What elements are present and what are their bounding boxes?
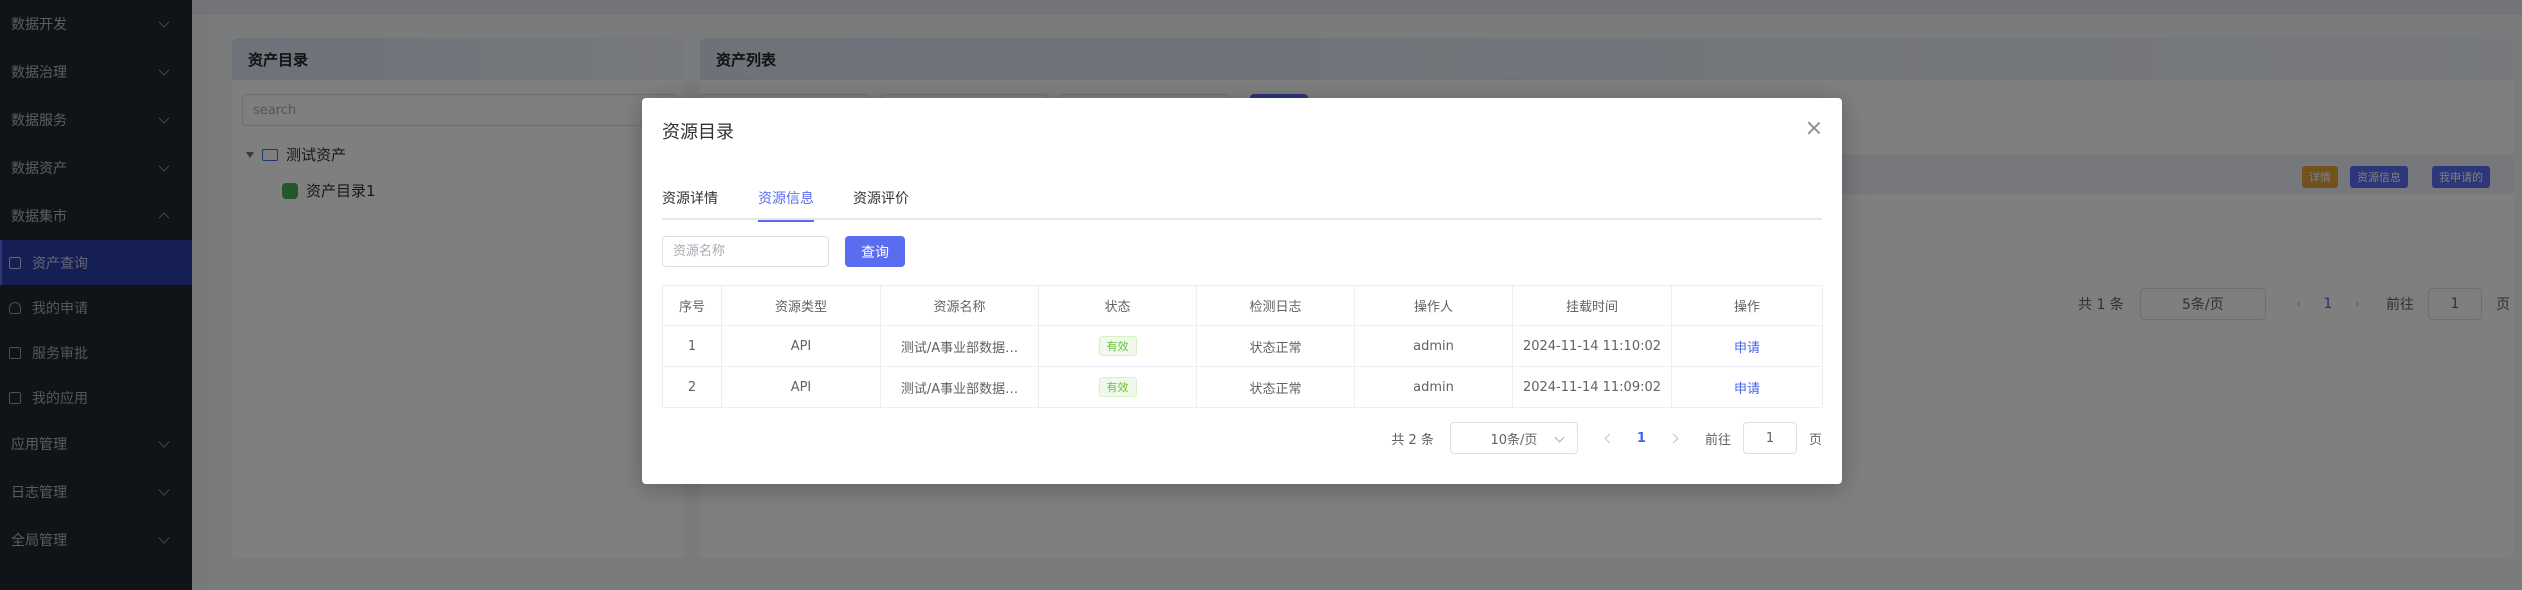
resource-table: 序号 资源类型 资源名称 状态 检测日志 操作人 挂载时间 操作 1 API 测… [662, 285, 1823, 408]
column-header: 序号 [662, 285, 722, 326]
page-size-value: 10条/页 [1490, 432, 1538, 448]
cell-mount-time: 2024-11-14 11:09:02 [1512, 366, 1672, 408]
tab-resource-review[interactable]: 资源评价 [853, 190, 909, 220]
cell-mount-time: 2024-11-14 11:10:02 [1512, 325, 1672, 367]
cell-operator: admin [1354, 366, 1513, 408]
cell-operator: admin [1354, 325, 1513, 367]
page-size-select[interactable]: 10条/页 [1449, 422, 1578, 454]
goto-label: 前往 [1704, 432, 1731, 448]
column-header: 资源名称 [880, 285, 1039, 326]
column-header: 检测日志 [1196, 285, 1355, 326]
cell-name: 测试/A事业部数据… [880, 366, 1039, 408]
cell-action: 申请 [1671, 366, 1823, 408]
query-button[interactable]: 查询 [845, 236, 905, 267]
resource-name-input[interactable] [662, 236, 829, 267]
status-badge: 有效 [1098, 377, 1137, 397]
apply-link[interactable]: 申请 [1734, 382, 1760, 397]
cell-log: 状态正常 [1196, 325, 1355, 367]
table-header-row: 序号 资源类型 资源名称 状态 检测日志 操作人 挂载时间 操作 [662, 285, 1823, 326]
dialog-title: 资源目录 [662, 122, 734, 143]
chevron-down-icon [1554, 432, 1565, 443]
cell-log: 状态正常 [1196, 366, 1355, 408]
tab-resource-detail[interactable]: 资源详情 [662, 190, 718, 220]
resource-catalog-dialog: 资源目录 资源详情 资源信息 资源评价 查询 序号 资源类型 资源名称 状态 检… [642, 98, 1842, 484]
cell-action: 申请 [1671, 325, 1823, 367]
page-unit-label: 页 [1808, 432, 1822, 448]
goto-page-input[interactable] [1742, 422, 1797, 454]
cell-index: 1 [662, 325, 722, 367]
cell-index: 2 [662, 366, 722, 408]
cell-type: API [721, 366, 881, 408]
cell-name: 测试/A事业部数据… [880, 325, 1039, 367]
table-row: 2 API 测试/A事业部数据… 有效 状态正常 admin 2024-11-1… [662, 366, 1823, 408]
page-number[interactable]: 1 [1637, 431, 1646, 446]
apply-link[interactable]: 申请 [1734, 341, 1760, 356]
tab-resource-info[interactable]: 资源信息 [758, 190, 814, 222]
table-row: 1 API 测试/A事业部数据… 有效 状态正常 admin 2024-11-1… [662, 325, 1823, 367]
next-page-icon[interactable] [1668, 433, 1679, 443]
dialog-pagination: 共 2 条 10条/页 1 前往 页 [1391, 422, 1822, 454]
column-header: 状态 [1038, 285, 1197, 326]
column-header: 资源类型 [721, 285, 881, 326]
close-icon[interactable] [1806, 120, 1822, 136]
cell-status: 有效 [1038, 366, 1197, 408]
column-header: 操作 [1671, 285, 1823, 326]
prev-page-icon[interactable] [1604, 433, 1615, 443]
cell-type: API [721, 325, 881, 367]
status-badge: 有效 [1098, 336, 1137, 356]
dialog-tabs: 资源详情 资源信息 资源评价 [662, 190, 1822, 222]
cell-status: 有效 [1038, 325, 1197, 367]
pagination-total: 共 2 条 [1391, 432, 1434, 448]
column-header: 操作人 [1354, 285, 1513, 326]
column-header: 挂载时间 [1512, 285, 1672, 326]
